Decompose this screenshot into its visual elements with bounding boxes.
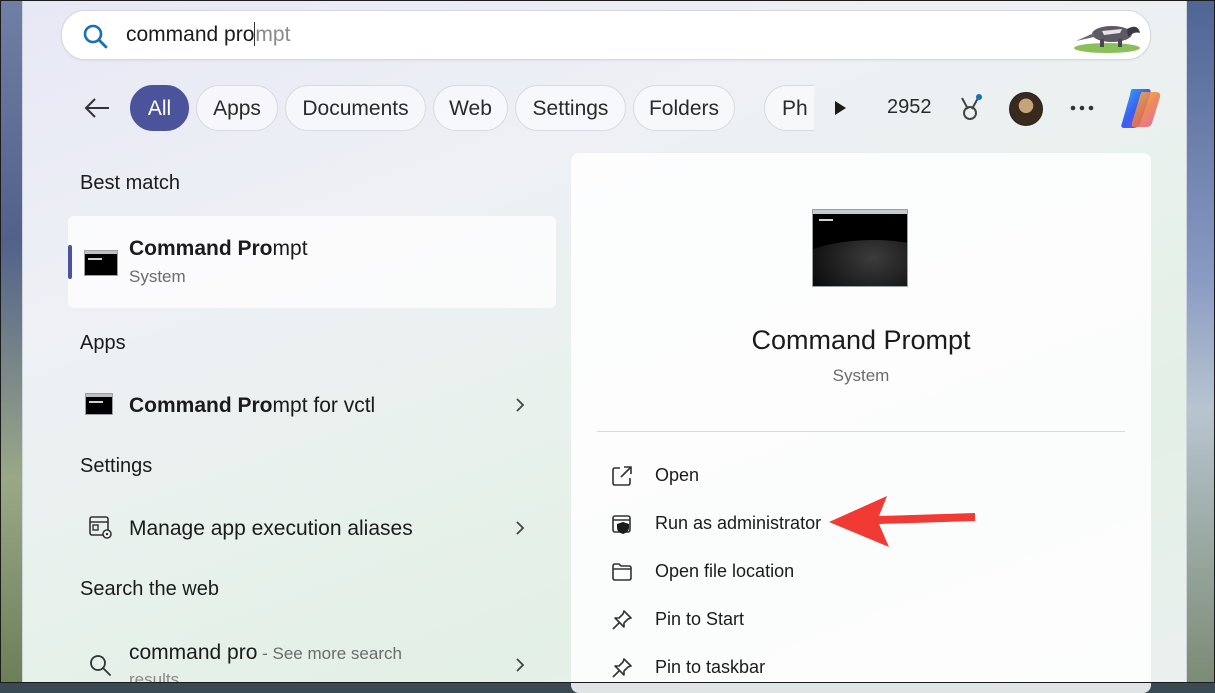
selection-indicator	[68, 245, 72, 279]
action-open-label: Open	[655, 465, 700, 485]
search-input[interactable]: command prompt	[126, 22, 290, 48]
best-match-result[interactable]: Command Prompt System	[68, 216, 556, 308]
action-run-as-administrator-label: Run as administrator	[655, 513, 822, 533]
action-pin-to-start-label: Pin to Start	[655, 609, 745, 629]
search-bar[interactable]: command prompt	[61, 10, 1151, 60]
search-typed-text: command pro	[126, 23, 255, 46]
command-prompt-icon	[84, 250, 118, 276]
command-prompt-icon	[85, 393, 113, 415]
settings-result-title: Manage app execution aliases	[129, 517, 413, 540]
settings-heading: Settings	[80, 455, 153, 477]
preview-subtitle: System	[832, 366, 890, 385]
apps-result-title: Command Prompt for vctl	[129, 394, 376, 417]
chevron-right-icon	[516, 398, 525, 412]
folder-icon	[612, 563, 632, 581]
annotation-arrow-icon	[829, 496, 975, 547]
preview-divider	[597, 431, 1125, 432]
search-panel: command prompt All Apps Documents Web Se…	[22, 0, 1187, 693]
filter-chip-settings[interactable]: Settings	[515, 85, 626, 131]
web-result-continued: results	[129, 670, 180, 683]
action-pin-to-taskbar-label: Pin to taskbar	[655, 657, 766, 677]
search-autocomplete: mpt	[255, 23, 291, 46]
filter-chip-all[interactable]: All	[130, 85, 189, 131]
open-external-icon	[612, 466, 632, 486]
filter-chip-photos-clipped[interactable]: Ph	[764, 85, 814, 131]
filter-chip-folders[interactable]: Folders	[633, 85, 735, 131]
rewards-trophy-icon[interactable]	[955, 93, 985, 123]
chevron-right-icon	[516, 521, 525, 535]
web-result-row[interactable]: command pro - See more search results	[68, 630, 556, 683]
settings-result-row[interactable]: Manage app execution aliases	[68, 503, 556, 553]
preview-pane: Command Prompt System Open Run as admini…	[571, 153, 1151, 693]
scroll-filters-play-icon[interactable]	[830, 98, 850, 118]
apps-heading: Apps	[80, 332, 126, 354]
preview-title: Command Prompt	[751, 325, 971, 355]
web-result-title: command pro - See more search	[129, 641, 402, 664]
rewards-points[interactable]: 2952	[887, 96, 932, 119]
search-highlight-anteater-icon	[1074, 26, 1140, 53]
pin-icon	[612, 658, 632, 678]
chevron-right-icon	[516, 658, 525, 672]
back-arrow-icon[interactable]	[81, 92, 113, 124]
filter-chip-documents[interactable]: Documents	[285, 85, 426, 131]
apps-result-row[interactable]: Command Prompt for vctl	[68, 380, 556, 430]
best-match-heading: Best match	[80, 172, 181, 194]
search-icon	[83, 24, 108, 49]
filter-chip-web[interactable]: Web	[433, 85, 508, 131]
search-icon	[90, 655, 111, 676]
app-execution-aliases-icon	[89, 516, 112, 539]
copilot-icon[interactable]	[1118, 86, 1164, 130]
best-match-title: Command Prompt	[129, 237, 308, 260]
search-web-heading: Search the web	[80, 578, 219, 600]
more-options-icon[interactable]	[1069, 104, 1095, 112]
best-match-subtitle: System	[129, 267, 186, 286]
pin-icon	[612, 610, 632, 630]
admin-shield-icon	[612, 515, 631, 534]
command-prompt-large-icon	[812, 209, 908, 287]
filter-chip-apps[interactable]: Apps	[196, 85, 278, 131]
action-open-file-location-label: Open file location	[655, 561, 795, 581]
filter-chip-ph: Ph	[764, 85, 814, 131]
user-avatar[interactable]	[1009, 92, 1043, 126]
